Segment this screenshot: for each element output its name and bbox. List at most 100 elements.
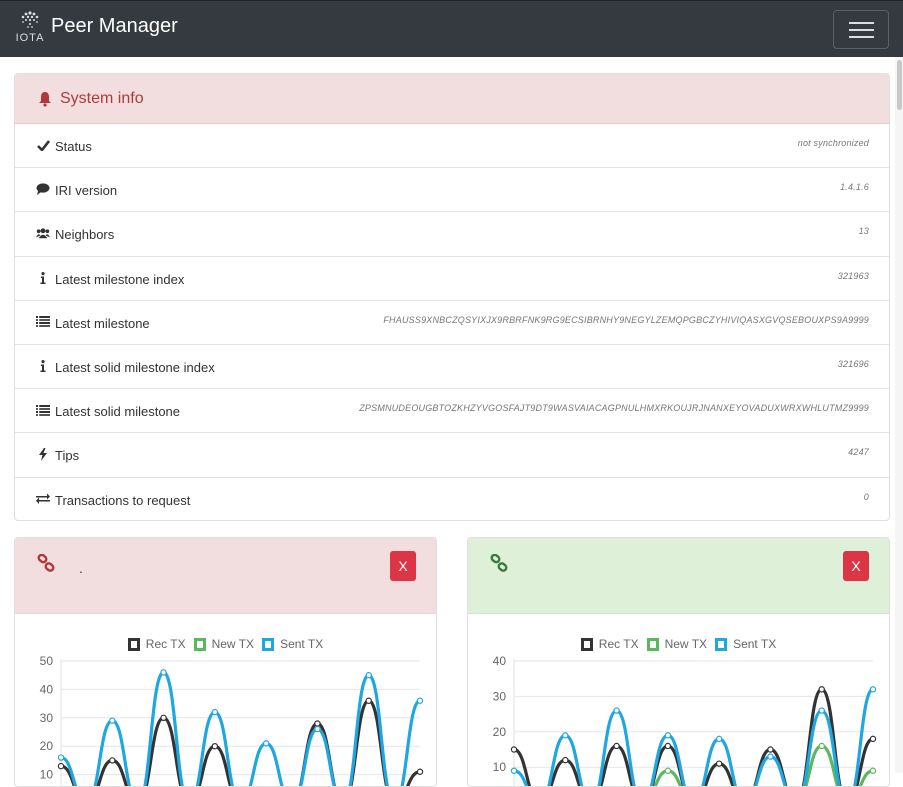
info-row: Latest solid milestone ZPSMNUDEOUGBTOZKHZ… <box>15 389 889 434</box>
info-label: Status <box>55 139 92 154</box>
iota-logo: IOTA <box>14 9 46 47</box>
data-point[interactable] <box>562 732 569 739</box>
data-point[interactable] <box>365 697 372 704</box>
data-point[interactable] <box>160 714 167 722</box>
info-value: 321963 <box>837 270 869 281</box>
info-label: IRI version <box>55 183 118 199</box>
data-point[interactable] <box>510 746 518 753</box>
legend-label: Sent TX <box>733 637 777 651</box>
info-label: Tips <box>55 448 80 464</box>
data-point[interactable] <box>314 725 321 733</box>
y-tick-label: 50 <box>40 654 54 668</box>
legend-label: Sent TX <box>280 637 324 651</box>
info-row: Latest milestone FHAUSS9XNBCZQSYIXJX9RBRF… <box>15 301 889 345</box>
menu-toggle-button[interactable] <box>833 10 889 49</box>
info-label: Latest solid milestone index <box>55 359 215 375</box>
data-point[interactable] <box>613 742 620 750</box>
data-point[interactable] <box>365 672 372 679</box>
bolt-icon <box>36 447 50 461</box>
legend-new[interactable]: New TX <box>646 637 708 651</box>
data-point[interactable] <box>109 757 116 764</box>
legend-label: New TX <box>664 637 708 651</box>
data-point[interactable] <box>869 735 877 743</box>
data-point[interactable] <box>715 760 723 767</box>
navbar: IOTA Peer Manager <box>0 0 903 57</box>
comment-icon <box>36 182 50 196</box>
data-point[interactable] <box>664 732 672 739</box>
logo-text: IOTA <box>15 32 45 44</box>
data-point[interactable] <box>57 762 65 770</box>
data-point[interactable] <box>416 697 424 704</box>
chart-legend: Rec TX New TX Sent TX <box>468 637 889 651</box>
brand[interactable]: IOTA Peer Manager <box>14 9 178 47</box>
y-tick-label: 10 <box>40 768 54 782</box>
data-point[interactable] <box>818 742 825 750</box>
data-point[interactable] <box>211 708 219 716</box>
data-point[interactable] <box>562 756 569 764</box>
bell-icon <box>39 91 51 107</box>
info-label: Latest solid milestone <box>55 404 181 420</box>
info-label: Neighbors <box>55 227 115 243</box>
info-value: not synchronized <box>797 138 869 148</box>
scrollbar[interactable] <box>895 57 903 773</box>
info-label: Transactions to request <box>55 492 191 508</box>
peer-name: . <box>79 560 83 576</box>
traffic-chart: 10 20 30 40 50 <box>40 654 424 786</box>
series-line-sent-tx <box>513 687 875 786</box>
check-icon <box>36 138 50 152</box>
legend-rec[interactable]: Rec TX <box>127 637 186 651</box>
data-point[interactable] <box>767 753 774 760</box>
legend-sent[interactable]: Sent TX <box>715 637 776 651</box>
peer-card: X Rec TX New TX Sent TX 10 20 30 40 <box>467 537 890 787</box>
info-label: Latest milestone index <box>55 271 185 287</box>
data-point[interactable] <box>869 686 877 693</box>
info-value: 4247 <box>848 447 869 458</box>
app-title: Peer Manager <box>51 14 178 37</box>
data-point[interactable] <box>664 742 672 750</box>
info-value: 13 <box>858 226 869 237</box>
info-row: Neighbors 13 <box>15 212 889 257</box>
scrollbar-thumb[interactable] <box>897 60 902 110</box>
link-icon <box>37 554 55 572</box>
hash-icon <box>36 403 50 417</box>
y-tick-label: 10 <box>493 760 507 774</box>
y-tick-label: 20 <box>40 739 54 753</box>
data-point[interactable] <box>818 707 825 714</box>
series-line-new-tx <box>653 744 874 786</box>
info-value: 321696 <box>837 358 869 369</box>
info-row: Tips 4247 <box>15 433 889 478</box>
y-tick-label: 20 <box>493 725 507 739</box>
legend-rec[interactable]: Rec TX <box>580 637 639 651</box>
data-point[interactable] <box>314 720 321 727</box>
data-point[interactable] <box>262 740 270 747</box>
data-point[interactable] <box>109 717 116 724</box>
system-info-header: System info <box>15 74 889 124</box>
y-tick-label: 40 <box>493 654 507 668</box>
legend-new[interactable]: New TX <box>193 637 254 651</box>
info-icon <box>36 271 50 285</box>
data-point[interactable] <box>211 742 219 750</box>
y-tick-label: 40 <box>40 682 54 696</box>
y-tick-label: 30 <box>493 689 507 703</box>
remove-peer-button[interactable]: X <box>843 551 869 581</box>
data-point[interactable] <box>818 686 825 693</box>
info-row: Latest milestone index 321963 <box>15 257 889 301</box>
remove-peer-button[interactable]: X <box>390 551 416 581</box>
data-point[interactable] <box>767 746 774 753</box>
info-value: ZPSMNUDEOUGBTOZKHZYVGOSFAJT9DT9WASVAIACA… <box>359 403 869 414</box>
exchange-icon <box>36 492 50 506</box>
data-point[interactable] <box>416 768 424 775</box>
hamburger-icon <box>849 22 874 24</box>
info-row: IRI version 1.4.1.6 <box>15 168 889 213</box>
data-point[interactable] <box>715 735 723 743</box>
system-info-card: System info Status not synchronized IRI ve… <box>14 73 890 521</box>
data-point[interactable] <box>613 707 620 714</box>
data-point[interactable] <box>57 754 65 761</box>
info-row: Status not synchronized <box>15 124 889 169</box>
legend-sent[interactable]: Sent TX <box>262 637 323 651</box>
hash-icon <box>36 315 50 329</box>
data-point[interactable] <box>160 669 167 676</box>
users-icon <box>36 226 50 240</box>
info-value: FHAUSS9XNBCZQSYIXJX9RBRFNK9RG9ECSIBRNHY9… <box>383 314 869 325</box>
legend-label: Rec TX <box>598 637 639 651</box>
